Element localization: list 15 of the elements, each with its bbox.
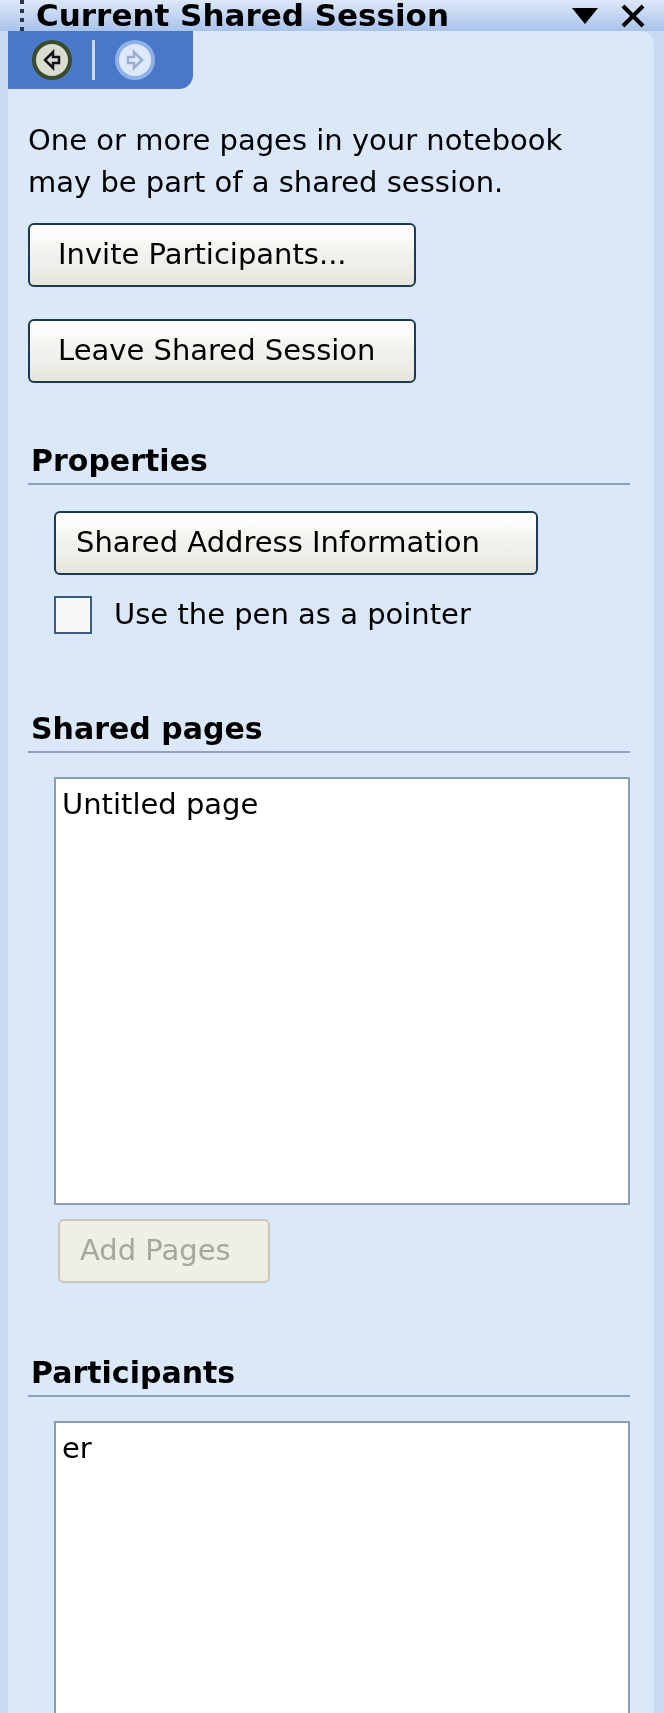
section-heading: Participants — [30, 1353, 236, 1392]
list-item[interactable]: er — [62, 1426, 92, 1470]
intro-text: One or more pages in your notebook may be part of a shared session. — [28, 122, 564, 201]
checkbox-label: Use the pen as a pointer — [114, 596, 471, 633]
panel-title: Current Shared Session — [36, 0, 449, 31]
grip-icon[interactable] — [20, 0, 24, 31]
push-button[interactable]: Invite Participants... — [28, 223, 416, 287]
close-icon[interactable] — [620, 2, 646, 29]
checkbox[interactable] — [54, 595, 92, 634]
list-item[interactable]: Untitled page — [62, 782, 259, 826]
section-heading: Properties — [30, 442, 208, 480]
dropdown-arrow-icon[interactable] — [572, 7, 598, 24]
push-button[interactable]: Shared Address Information — [54, 511, 538, 575]
push-button[interactable]: Leave Shared Session — [28, 319, 416, 383]
section-heading: Shared pages — [30, 709, 263, 748]
